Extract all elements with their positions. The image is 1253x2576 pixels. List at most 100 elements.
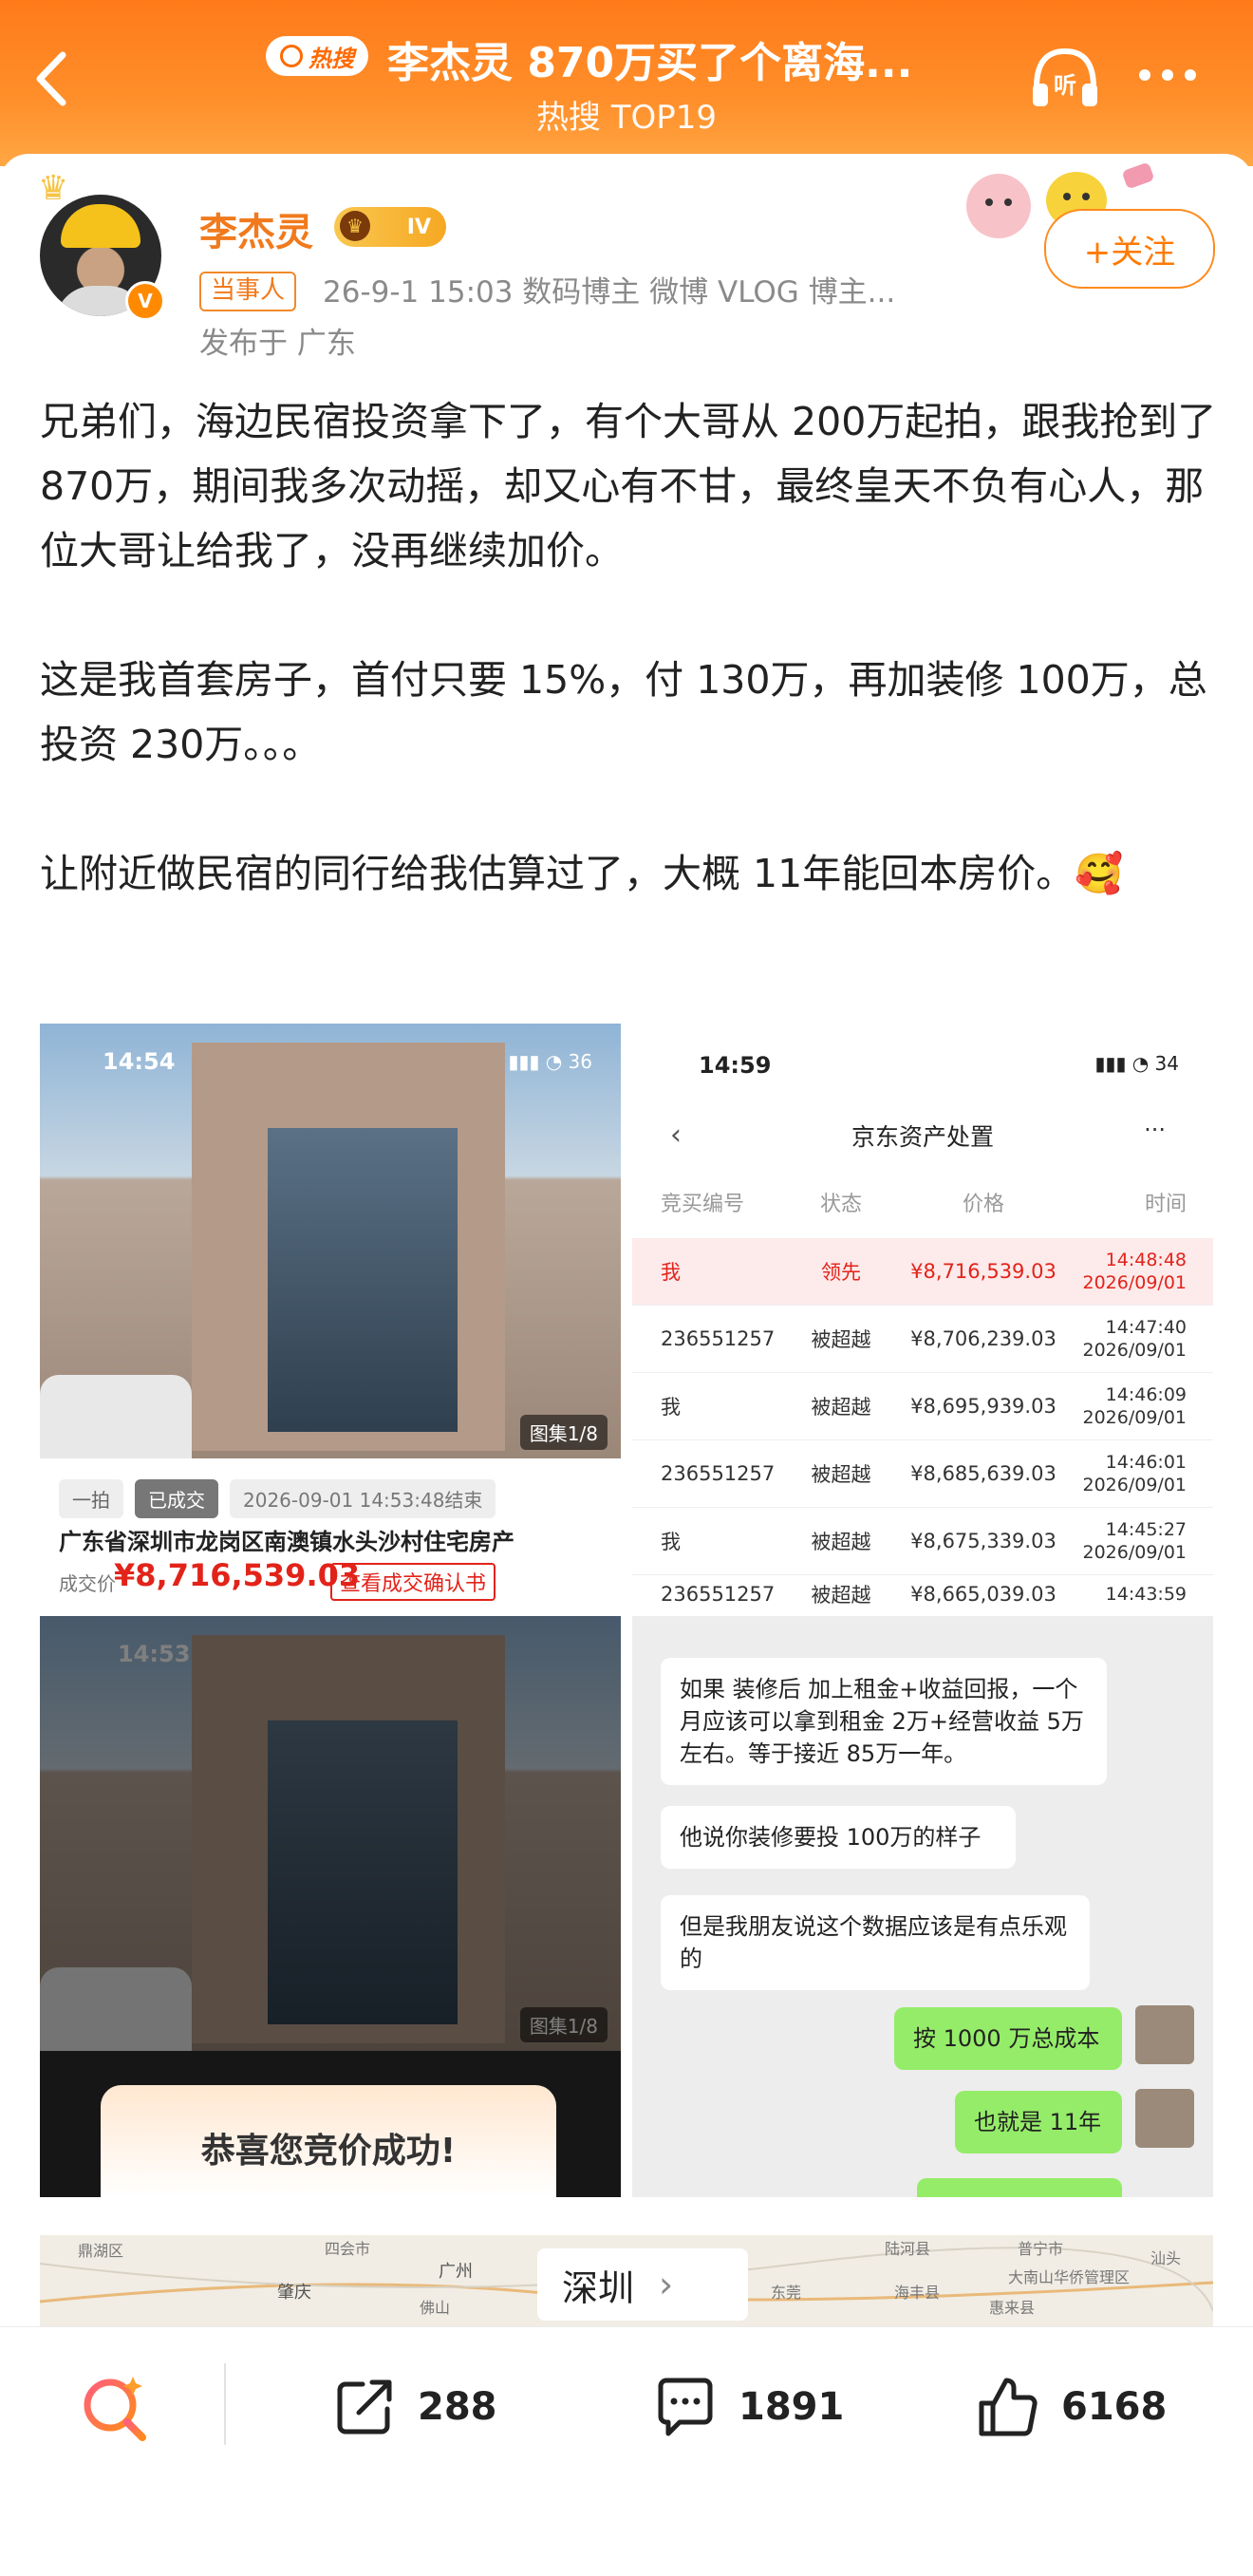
bid-time: 14:45:27 2026/09/01 bbox=[1078, 1518, 1213, 1564]
location-map[interactable]: 鼎湖区 四会市 广州 陆河县 普宁市 汕头 肇庆 佛山 东莞 海丰县 惠来县 大… bbox=[40, 2235, 1213, 2330]
table-row: 我 被超越 ¥8,695,939.03 14:46:09 2026/09/01 bbox=[632, 1373, 1213, 1440]
listing-address: 广东省深圳市龙岗区南澳镇水头沙村住宅房产 bbox=[59, 1529, 514, 1555]
auction-chips: 一拍 已成交 2026-09-01 14:53:48结束 bbox=[59, 1479, 496, 1518]
username[interactable]: 李杰灵 bbox=[199, 201, 313, 256]
chip-round: 一拍 bbox=[59, 1479, 123, 1518]
battery-level: 34 bbox=[1154, 1052, 1179, 1075]
status-icons: ▮▮▮ ◔ 36 bbox=[508, 1050, 592, 1073]
verified-badge: V bbox=[125, 281, 165, 321]
bid-time: 14:46:01 2026/09/01 bbox=[1078, 1451, 1213, 1496]
building-photo bbox=[40, 1024, 621, 1458]
chat-bubble-received: 但是我朋友说这个数据应该是有点乐观的 bbox=[661, 1895, 1090, 1990]
map-city-chip[interactable]: 深圳 › bbox=[537, 2248, 748, 2321]
header-cell: 价格 bbox=[962, 1193, 1004, 1216]
bid-time: 14:47:40 2026/09/01 bbox=[1078, 1316, 1213, 1362]
level-text: IV bbox=[406, 215, 431, 239]
post-paragraph: 让附近做民宿的同行给我估算过了，大概 11年能回本房价。🥰 bbox=[40, 841, 1226, 906]
confirmation-link: 查看成交确认书 bbox=[330, 1563, 496, 1601]
deal-price-label: 成交价 bbox=[59, 1572, 116, 1595]
comment-button[interactable]: 1891 bbox=[651, 2373, 844, 2441]
bidder-id: 236551257 bbox=[661, 1327, 776, 1350]
page-subtitle: 热搜 TOP19 bbox=[535, 99, 718, 137]
share-button[interactable]: 288 bbox=[330, 2373, 497, 2441]
bottom-action-bar: 288 1891 6168 bbox=[0, 2326, 1253, 2576]
battery-level: 36 bbox=[568, 1050, 592, 1073]
map-label: 肇庆 bbox=[277, 2283, 311, 2303]
comment-icon bbox=[658, 2378, 713, 2436]
bid-price: ¥8,665,039.03 bbox=[910, 1583, 1057, 1605]
bid-status: 领先 bbox=[821, 1261, 861, 1284]
post-location: 发布于 广东 bbox=[199, 327, 356, 361]
search-button[interactable] bbox=[78, 2371, 152, 2445]
bid-time: 14:48:48 2026/09/01 bbox=[1078, 1249, 1213, 1294]
glass-facade-shape bbox=[268, 1128, 458, 1432]
post-paragraph: 兄弟们，海边民宿投资拿下了，有个大哥从 200万起拍，跟我抢到了 870万，期间… bbox=[40, 399, 1217, 573]
bid-date: 2026/09/01 bbox=[1082, 1407, 1187, 1428]
like-button[interactable]: 6168 bbox=[974, 2373, 1167, 2441]
headphones-icon: 听 bbox=[1033, 47, 1097, 106]
bid-date: 2026/09/01 bbox=[1082, 1272, 1187, 1293]
map-label: 海丰县 bbox=[894, 2284, 940, 2302]
search-icon bbox=[84, 2377, 146, 2441]
bid-clock: 14:46:09 bbox=[1105, 1384, 1187, 1405]
chat-bubble-sent bbox=[917, 2178, 1122, 2197]
map-label: 佛山 bbox=[420, 2299, 450, 2317]
table-row: 236551257 被超越 ¥8,706,239.03 14:47:40 2026… bbox=[632, 1306, 1213, 1373]
comment-count: 1891 bbox=[739, 2385, 845, 2429]
map-label: 四会市 bbox=[325, 2240, 370, 2258]
gallery-count-badge: 图集1/8 bbox=[519, 1415, 608, 1450]
chevron-left-icon bbox=[36, 51, 66, 106]
map-label: 大南山华侨管理区 bbox=[1008, 2268, 1130, 2286]
signal-icon: ▮▮▮ ◔ bbox=[1094, 1052, 1155, 1075]
bidder-id: 236551257 bbox=[661, 1462, 776, 1485]
top-header: 热搜 李杰灵 870万买了个离海... 热搜 TOP19 听 bbox=[0, 0, 1253, 166]
bid-status: 被超越 bbox=[811, 1584, 871, 1605]
follow-button[interactable]: +关注 bbox=[1044, 209, 1215, 289]
chat-avatar bbox=[1135, 2005, 1194, 2064]
post-meta: 26-9-1 15:03 数码博主 微博 VLOG 博主... bbox=[323, 275, 896, 310]
bidder-id: 我 bbox=[661, 1261, 681, 1284]
more-dot-icon bbox=[1185, 69, 1196, 81]
image-chat-screenshot[interactable]: 如果 装修后 加上租金+收益回报，一个月应该可以拿到租金 2万+经营收益 5万左… bbox=[632, 1616, 1213, 2197]
bid-table-header: 竞买编号 状态 价格 时间 bbox=[632, 1187, 1213, 1234]
bid-price: ¥8,685,639.03 bbox=[910, 1462, 1057, 1485]
post-text: 兄弟们，海边民宿投资拿下了，有个大哥从 200万起拍，跟我抢到了 870万，期间… bbox=[40, 389, 1226, 970]
bid-status: 被超越 bbox=[811, 1396, 871, 1419]
status-time: 14:54 bbox=[103, 1048, 176, 1075]
listen-button[interactable]: 听 bbox=[1027, 40, 1103, 116]
divider bbox=[224, 2363, 226, 2445]
image-auction-listing[interactable]: 14:54 ▮▮▮ ◔ 36 图集1/8 一拍 已成交 2026-09-01 1… bbox=[40, 1024, 621, 1605]
listen-label: 听 bbox=[1054, 72, 1076, 99]
chat-avatar bbox=[1135, 2089, 1194, 2148]
bid-clock: 14:43:59 bbox=[1105, 1584, 1187, 1605]
bid-price: ¥8,695,939.03 bbox=[910, 1395, 1057, 1418]
chat-bubble-sent: 按 1000 万总成本 bbox=[894, 2007, 1122, 2070]
share-icon bbox=[337, 2379, 392, 2435]
bidder-id: 我 bbox=[661, 1396, 681, 1419]
image-auction-success[interactable]: 14:53 图集1/8 恭喜您竞价成功! bbox=[40, 1616, 621, 2197]
more-dot-icon bbox=[1139, 69, 1150, 81]
page-title: 李杰灵 870万买了个离海... bbox=[387, 39, 913, 85]
party-tag: 当事人 bbox=[199, 272, 297, 311]
post-paragraph-text: 让附近做民宿的同行给我估算过了，大概 11年能回本房价。 bbox=[40, 851, 1075, 896]
bid-clock: 14:45:27 bbox=[1105, 1519, 1187, 1540]
bid-date: 2026/09/01 bbox=[1082, 1340, 1187, 1361]
search-icon bbox=[280, 45, 303, 67]
more-options-button[interactable] bbox=[1139, 66, 1215, 87]
bid-status: 被超越 bbox=[811, 1531, 871, 1553]
back-button[interactable] bbox=[28, 46, 76, 112]
deal-price: ¥8,716,539.03 bbox=[114, 1557, 361, 1593]
bid-clock: 14:48:48 bbox=[1105, 1250, 1187, 1270]
bid-clock: 14:46:01 bbox=[1105, 1452, 1187, 1473]
map-label: 东莞 bbox=[771, 2284, 801, 2302]
bid-table-body: 我 领先 ¥8,716,539.03 14:48:48 2026/09/01 23… bbox=[632, 1238, 1213, 1605]
hot-search-label: 热搜 bbox=[309, 45, 354, 72]
image-bid-history[interactable]: 14:59 ▮▮▮ ◔ 34 ‹ 京东资产处置 ··· 竞买编号 状态 价格 时… bbox=[632, 1024, 1213, 1605]
jd-page-title: 京东资产处置 bbox=[851, 1123, 994, 1151]
map-label: 鼎湖区 bbox=[78, 2242, 123, 2260]
map-label: 广州 bbox=[439, 2262, 473, 2282]
bidder-id: 我 bbox=[661, 1531, 681, 1553]
chat-bubble-sent: 也就是 11年 bbox=[955, 2091, 1122, 2153]
bidder-id: 236551257 bbox=[661, 1583, 776, 1605]
hot-search-pill[interactable]: 热搜 bbox=[266, 36, 368, 76]
